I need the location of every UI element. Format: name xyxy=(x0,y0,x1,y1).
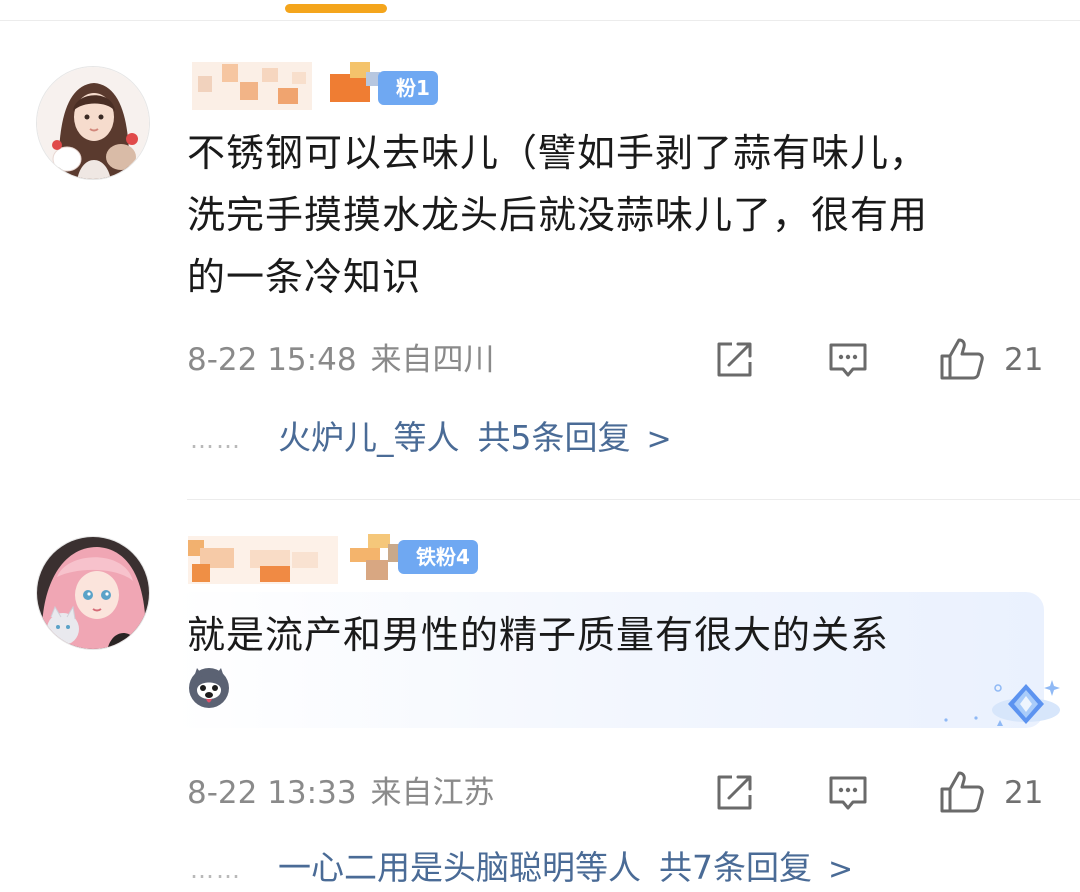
avatar-illustration xyxy=(37,537,149,649)
husky-dog-emoji xyxy=(189,668,229,708)
chevron-right-icon: > xyxy=(828,852,854,887)
avatar[interactable] xyxy=(36,536,150,650)
comment-icon[interactable] xyxy=(826,338,870,382)
badge-mosaic xyxy=(330,62,380,102)
comment-text-line: 的一条冷知识 xyxy=(187,255,422,299)
badge-mosaic xyxy=(350,534,402,582)
fan-badge: 粉1 xyxy=(378,71,438,105)
like-count: 21 xyxy=(1004,342,1044,378)
fan-badge: 铁粉4 xyxy=(398,540,478,574)
thumbs-up-icon[interactable] xyxy=(938,336,986,382)
divider xyxy=(0,20,1080,21)
comment-meta: 8-22 15:48 来自四川 xyxy=(187,340,495,380)
avatar[interactable] xyxy=(36,66,150,180)
diamond-badge-icon xyxy=(944,680,1060,726)
comment-meta: 8-22 13:33 来自江苏 xyxy=(187,773,495,813)
comment-location: 来自四川 xyxy=(370,342,495,378)
reply-users: 火炉儿_等人 xyxy=(278,418,460,457)
reply-count: 共7条回复 xyxy=(659,848,812,887)
reply-count: 共5条回复 xyxy=(477,418,631,457)
share-icon[interactable] xyxy=(712,338,756,382)
username-mosaic[interactable] xyxy=(192,62,312,110)
avatar-illustration xyxy=(37,67,149,179)
comment-text-line: 不锈钢可以去味儿（譬如手剥了蒜有味儿， xyxy=(187,131,929,175)
comment-text-line: 洗完手摸摸水龙头后就没蒜味儿了，很有用 xyxy=(187,193,929,237)
comment-time: 8-22 13:33 xyxy=(187,775,357,811)
comment-time: 8-22 15:48 xyxy=(187,342,357,378)
thumbs-up-icon[interactable] xyxy=(938,769,986,815)
replies-dots: …… xyxy=(190,855,242,884)
replies-link[interactable]: …… 火炉儿_等人 共5条回复 > xyxy=(190,416,672,462)
divider xyxy=(187,499,1080,500)
like-count: 21 xyxy=(1004,775,1044,811)
share-icon[interactable] xyxy=(712,771,756,815)
username-mosaic[interactable] xyxy=(188,536,338,584)
comment-location: 来自江苏 xyxy=(370,775,495,811)
comment-text-line: 就是流产和男性的精子质量有很大的关系 xyxy=(187,613,890,657)
comment-icon[interactable] xyxy=(826,771,870,815)
chevron-right-icon: > xyxy=(646,422,672,457)
comment-text: 就是流产和男性的精子质量有很大的关系 xyxy=(187,604,1047,666)
comment-text: 不锈钢可以去味儿（譬如手剥了蒜有味儿， 洗完手摸摸水龙头后就没蒜味儿了，很有用 … xyxy=(187,122,1047,308)
active-tab-indicator xyxy=(285,4,387,13)
reply-users: 一心二用是头脑聪明等人 xyxy=(278,848,641,887)
replies-link[interactable]: …… 一心二用是头脑聪明等人 共7条回复 > xyxy=(190,846,853,892)
replies-dots: …… xyxy=(190,425,242,454)
